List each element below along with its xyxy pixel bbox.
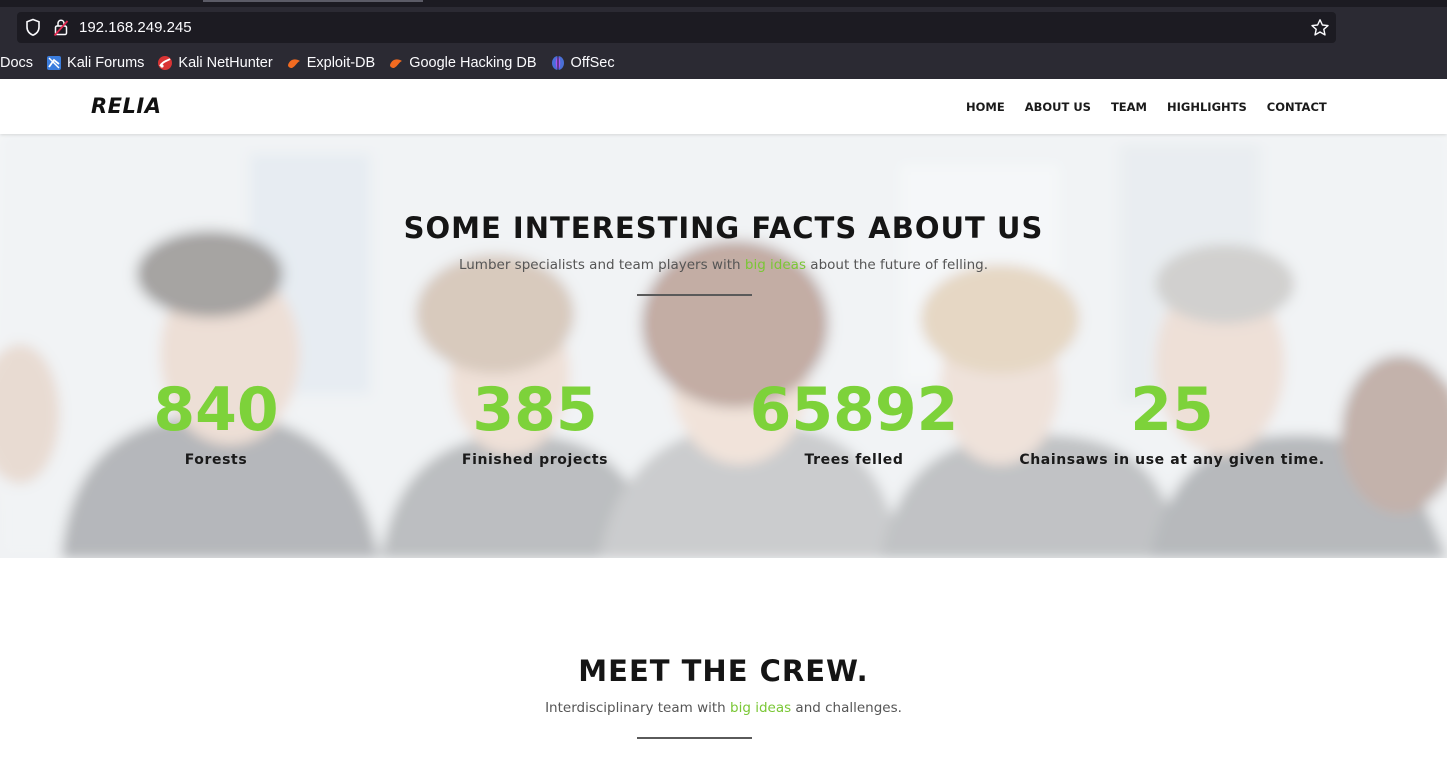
google-hacking-db-icon bbox=[390, 59, 403, 68]
bookmarks-bar: Docs Kali Forums Kali NetHunter Exploit-… bbox=[0, 52, 628, 74]
facts-subtitle: Lumber specialists and team players with… bbox=[0, 257, 1447, 273]
stat-number: 25 bbox=[1130, 375, 1214, 445]
bookmark-label: Docs bbox=[0, 55, 34, 71]
active-tab-indicator[interactable] bbox=[203, 0, 423, 2]
stat-finished-projects: 385 Finished projects bbox=[375, 378, 695, 468]
stat-label: Finished projects bbox=[461, 452, 609, 468]
background-overlay bbox=[0, 134, 1447, 558]
nav-home[interactable]: HOME bbox=[966, 100, 1005, 116]
main-nav: HOME ABOUT US TEAM HIGHLIGHTS CONTACT bbox=[966, 100, 1327, 116]
bookmark-star-icon[interactable] bbox=[1310, 18, 1330, 37]
bookmark-label: Kali Forums bbox=[67, 55, 145, 71]
crew-title: MEET THE CREW. bbox=[578, 654, 869, 688]
stat-forests: 840 Forests bbox=[56, 378, 376, 468]
crew-subtitle: Interdisciplinary team with big ideas an… bbox=[0, 700, 1447, 716]
exploit-db-icon bbox=[287, 59, 300, 68]
stat-number: 840 bbox=[153, 375, 279, 445]
subtitle-text: about the future of felling. bbox=[806, 257, 989, 273]
bookmark-offsec[interactable]: OffSec bbox=[550, 55, 615, 71]
url-text[interactable]: 192.168.249.245 bbox=[79, 18, 192, 37]
nav-team[interactable]: TEAM bbox=[1111, 100, 1147, 116]
crew-divider bbox=[637, 737, 752, 739]
bookmark-label: Google Hacking DB bbox=[409, 55, 537, 71]
site-logo[interactable]: RELIA bbox=[91, 94, 161, 118]
facts-divider bbox=[637, 294, 752, 296]
bookmark-kali-nethunter[interactable]: Kali NetHunter bbox=[157, 55, 273, 71]
stat-trees-felled: 65892 Trees felled bbox=[694, 378, 1014, 468]
kali-nethunter-icon bbox=[158, 56, 173, 70]
kali-forums-icon bbox=[47, 56, 62, 70]
nav-contact[interactable]: CONTACT bbox=[1267, 100, 1327, 116]
bookmark-kali-forums[interactable]: Kali Forums bbox=[46, 55, 144, 71]
stat-label: Trees felled bbox=[804, 452, 904, 468]
subtitle-text: Interdisciplinary team with bbox=[545, 700, 731, 716]
facts-title: SOME INTERESTING FACTS ABOUT US bbox=[403, 211, 1044, 245]
facts-section bbox=[0, 134, 1447, 558]
offsec-icon bbox=[551, 56, 564, 70]
subtitle-text: and challenges. bbox=[791, 700, 902, 716]
stat-label: Forests bbox=[184, 452, 248, 468]
stat-number: 65892 bbox=[749, 375, 959, 445]
shield-icon[interactable] bbox=[25, 18, 41, 37]
subtitle-accent: big ideas bbox=[730, 700, 792, 716]
stat-number: 385 bbox=[472, 375, 598, 445]
nav-highlights[interactable]: HIGHLIGHTS bbox=[1167, 100, 1247, 116]
bookmark-docs[interactable]: Docs bbox=[0, 55, 33, 71]
stat-label: Chainsaws in use at any given time. bbox=[1019, 452, 1325, 468]
nav-about-us[interactable]: ABOUT US bbox=[1025, 100, 1091, 116]
stat-chainsaws: 25 Chainsaws in use at any given time. bbox=[1012, 378, 1332, 468]
subtitle-text: Lumber specialists and team players with bbox=[458, 257, 745, 273]
bookmark-label: Exploit-DB bbox=[306, 55, 376, 71]
bookmark-label: OffSec bbox=[570, 55, 615, 71]
bookmark-exploit-db[interactable]: Exploit-DB bbox=[286, 55, 376, 71]
subtitle-accent: big ideas bbox=[744, 257, 806, 273]
bookmark-google-hacking-db[interactable]: Google Hacking DB bbox=[388, 55, 537, 71]
bookmark-label: Kali NetHunter bbox=[178, 55, 273, 71]
insecure-lock-icon[interactable] bbox=[53, 18, 69, 37]
address-bar[interactable] bbox=[17, 12, 1336, 43]
